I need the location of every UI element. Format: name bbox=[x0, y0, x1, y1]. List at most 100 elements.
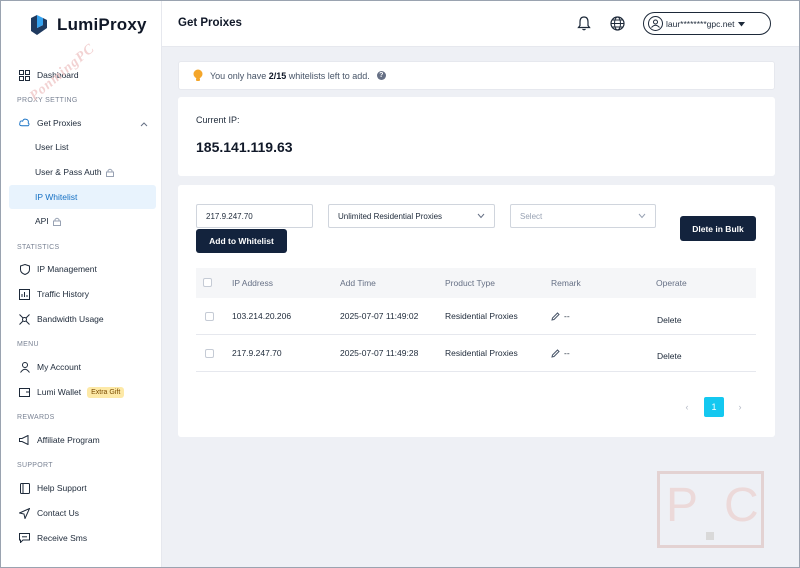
avatar-icon bbox=[648, 16, 663, 31]
section-proxy-setting: PROXY SETTING bbox=[17, 97, 78, 104]
sidebar-item-label: Receive Sms bbox=[37, 533, 88, 543]
notice-prefix: You only have bbox=[210, 70, 269, 81]
brand-logo[interactable]: LumiProxy bbox=[29, 13, 147, 37]
delete-link[interactable]: Delete bbox=[657, 315, 682, 325]
watermark-square bbox=[706, 532, 714, 540]
dashboard-icon bbox=[19, 69, 30, 81]
sidebar-item-label: Get Proxies bbox=[37, 118, 82, 128]
lock-icon bbox=[52, 217, 61, 226]
sidebar-item-label: User List bbox=[35, 142, 69, 152]
col-remark: Remark bbox=[551, 278, 581, 288]
chevron-up-icon bbox=[140, 119, 148, 129]
sidebar-item-my-account[interactable]: My Account bbox=[9, 355, 156, 379]
sidebar-item-label: Bandwidth Usage bbox=[37, 314, 104, 324]
sidebar-item-label: Affiliate Program bbox=[37, 435, 100, 445]
product-type-select[interactable]: Unlimited Residential Proxies bbox=[328, 204, 495, 228]
sidebar-item-label: IP Whitelist bbox=[35, 192, 78, 202]
caret-down-icon bbox=[737, 19, 745, 29]
sidebar-item-user-list[interactable]: User List bbox=[9, 135, 156, 159]
chart-icon bbox=[19, 288, 30, 300]
next-page-button[interactable]: › bbox=[730, 397, 750, 417]
sidebar-item-label: API bbox=[35, 216, 49, 226]
sidebar-item-ip-whitelist[interactable]: IP Whitelist bbox=[9, 185, 156, 209]
sidebar-item-api[interactable]: API bbox=[9, 209, 156, 233]
chevron-down-icon bbox=[638, 212, 646, 221]
sidebar-item-user-pass-auth[interactable]: User & Pass Auth bbox=[9, 160, 156, 184]
sidebar-item-label: Traffic History bbox=[37, 289, 89, 299]
table-header: IP Address Add Time Product Type Remark … bbox=[196, 268, 756, 298]
sidebar-item-affiliate[interactable]: Affiliate Program bbox=[9, 428, 156, 452]
section-statistics: STATISTICS bbox=[17, 244, 60, 251]
network-icon bbox=[19, 313, 30, 325]
current-ip-value: 185.141.119.63 bbox=[196, 139, 293, 155]
sidebar-item-label: Lumi Wallet bbox=[37, 387, 82, 397]
sidebar-item-label: IP Management bbox=[37, 264, 97, 274]
col-add-time: Add Time bbox=[340, 278, 376, 288]
row-checkbox[interactable] bbox=[205, 349, 214, 358]
product-type-value: Unlimited Residential Proxies bbox=[338, 211, 443, 221]
send-icon bbox=[19, 507, 30, 519]
cell-remark: -- bbox=[551, 311, 570, 321]
cell-ip: 103.214.20.206 bbox=[232, 311, 292, 321]
brand-name: LumiProxy bbox=[57, 15, 147, 34]
user-email: laur********gpc.net bbox=[666, 18, 735, 29]
remark-value: -- bbox=[564, 348, 570, 358]
current-ip-label: Current IP: bbox=[196, 115, 240, 125]
sidebar-item-lumi-wallet[interactable]: Lumi Wallet Extra Gift bbox=[9, 380, 156, 404]
cloud-icon bbox=[19, 118, 30, 129]
sidebar-item-ip-management[interactable]: IP Management bbox=[9, 257, 156, 281]
message-icon bbox=[19, 533, 30, 544]
user-menu[interactable]: laur********gpc.net bbox=[643, 12, 771, 35]
help-icon[interactable]: ? bbox=[376, 71, 386, 80]
cell-type: Residential Proxies bbox=[445, 311, 518, 321]
table-row: 103.214.20.206 2025-07-07 11:49:02 Resid… bbox=[196, 298, 756, 335]
current-ip-card: Current IP: 185.141.119.63 bbox=[178, 97, 775, 176]
sidebar-item-label: Help Support bbox=[37, 483, 87, 493]
bell-icon[interactable] bbox=[575, 14, 593, 32]
sidebar-item-traffic-history[interactable]: Traffic History bbox=[9, 282, 156, 306]
lumiproxy-logo-icon bbox=[29, 14, 49, 36]
remark-select[interactable]: Select bbox=[510, 204, 656, 228]
page-1-button[interactable]: 1 bbox=[704, 397, 724, 417]
section-rewards: REWARDS bbox=[17, 414, 55, 421]
edit-icon[interactable] bbox=[551, 311, 560, 321]
user-icon bbox=[19, 361, 30, 373]
col-operate: Operate bbox=[656, 278, 687, 288]
cell-time: 2025-07-07 11:49:28 bbox=[340, 348, 419, 358]
select-all-checkbox[interactable] bbox=[203, 278, 212, 287]
lightbulb-icon bbox=[193, 69, 203, 82]
sidebar-item-receive-sms[interactable]: Receive Sms bbox=[9, 526, 156, 550]
row-checkbox[interactable] bbox=[205, 312, 214, 321]
table-row: 217.9.247.70 2025-07-07 11:49:28 Residen… bbox=[196, 335, 756, 372]
wallet-icon bbox=[19, 387, 30, 398]
sidebar-item-contact-us[interactable]: Contact Us bbox=[9, 501, 156, 525]
section-support: SUPPORT bbox=[17, 462, 53, 469]
edit-icon[interactable] bbox=[551, 348, 560, 358]
sidebar-item-label: Contact Us bbox=[37, 508, 80, 518]
sidebar-item-bandwidth-usage[interactable]: Bandwidth Usage bbox=[9, 307, 156, 331]
globe-icon[interactable] bbox=[608, 14, 626, 32]
sidebar-item-label: My Account bbox=[37, 362, 81, 372]
cell-remark: -- bbox=[551, 348, 570, 358]
col-ip-address: IP Address bbox=[232, 278, 273, 288]
cell-ip: 217.9.247.70 bbox=[232, 348, 282, 358]
watermark-letters: PC bbox=[666, 479, 785, 532]
sidebar-item-label: User & Pass Auth bbox=[35, 167, 102, 177]
sidebar: LumiProxy Dashboard PROXY SETTING Get Pr… bbox=[1, 1, 162, 567]
delete-in-bulk-button[interactable]: Dlete in Bulk bbox=[680, 216, 756, 241]
prev-page-button[interactable]: ‹ bbox=[677, 397, 697, 417]
section-menu: MENU bbox=[17, 341, 39, 348]
add-to-whitelist-button[interactable]: Add to Whitelist bbox=[196, 229, 287, 253]
lock-icon bbox=[105, 168, 114, 177]
col-product-type: Product Type bbox=[445, 278, 495, 288]
sidebar-item-help-support[interactable]: Help Support bbox=[9, 476, 156, 500]
remark-value: -- bbox=[564, 311, 570, 321]
notice-count: 2/15 bbox=[268, 70, 287, 81]
cell-type: Residential Proxies bbox=[445, 348, 518, 358]
sidebar-item-get-proxies[interactable]: Get Proxies bbox=[9, 111, 156, 135]
ip-address-input[interactable]: 217.9.247.70 bbox=[196, 204, 313, 228]
select-placeholder: Select bbox=[520, 211, 543, 221]
delete-link[interactable]: Delete bbox=[657, 351, 682, 361]
shield-icon bbox=[19, 263, 30, 275]
cell-time: 2025-07-07 11:49:02 bbox=[340, 311, 419, 321]
